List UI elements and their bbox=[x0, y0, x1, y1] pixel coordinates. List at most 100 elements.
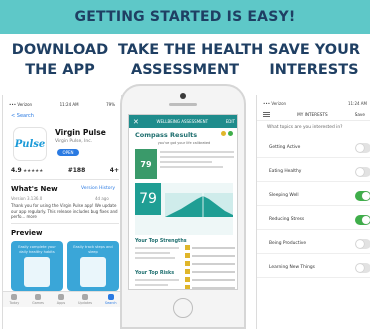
interest-toggle[interactable] bbox=[355, 263, 370, 273]
edit-link[interactable]: EDIT bbox=[226, 119, 235, 124]
developer-name: Virgin Pulse, Inc. bbox=[55, 139, 93, 144]
tab-updates[interactable]: Updates bbox=[78, 294, 92, 305]
app-store-tab-bar: Today Games Apps Updates Search bbox=[3, 291, 121, 307]
tab-apps[interactable]: Apps bbox=[57, 294, 65, 305]
tab-search[interactable]: Search bbox=[105, 294, 117, 305]
version-age: 4d ago bbox=[95, 196, 109, 201]
strength-row bbox=[185, 269, 235, 274]
interest-label: Being Productive bbox=[269, 241, 307, 246]
step-title-line: THE APP bbox=[25, 62, 95, 78]
rating-row: 4.9 ★★★★★ #188 4+ bbox=[11, 167, 119, 174]
today-icon bbox=[11, 294, 18, 300]
badge-icon bbox=[221, 131, 226, 136]
interests-title: MY INTERESTS bbox=[297, 112, 328, 117]
results-subtitle: you've got your life calibrated bbox=[157, 141, 211, 145]
top-risks-title: Your Top Risks bbox=[135, 271, 175, 276]
interest-row-eating-healthy[interactable]: Eating Healthy bbox=[257, 162, 370, 182]
tab-today[interactable]: Today bbox=[9, 294, 19, 305]
interest-toggle[interactable] bbox=[355, 215, 370, 225]
step-title-line: TAKE THE HEALTH bbox=[118, 42, 264, 58]
version-history-link[interactable]: Version History bbox=[81, 186, 115, 191]
carrier-text: ••• Verizon bbox=[263, 101, 287, 106]
version-label: Version 3.136.0 bbox=[11, 196, 43, 201]
app-icon: Pulse bbox=[13, 127, 47, 161]
interest-label: Sleeping Well bbox=[269, 193, 299, 198]
strengths-text bbox=[135, 247, 179, 262]
interest-label: Getting Active bbox=[269, 145, 301, 150]
apps-icon bbox=[57, 294, 64, 300]
save-button[interactable]: Save bbox=[355, 112, 365, 117]
interest-label: Eating Healthy bbox=[269, 169, 302, 174]
camera-icon bbox=[180, 93, 186, 99]
tab-games[interactable]: Games bbox=[32, 294, 44, 305]
risk-row bbox=[185, 277, 235, 282]
score-value-large: 79 bbox=[139, 191, 157, 207]
interests-header: MY INTERESTS Save bbox=[257, 109, 370, 121]
result-badges bbox=[221, 131, 233, 136]
banner: GETTING STARTED IS EASY! bbox=[0, 0, 370, 34]
home-button[interactable] bbox=[173, 298, 193, 318]
battery-text: 79% bbox=[106, 102, 115, 107]
interest-toggle[interactable] bbox=[355, 143, 370, 153]
score-description bbox=[160, 151, 234, 175]
strength-row bbox=[185, 245, 235, 250]
screenshot-device bbox=[80, 257, 106, 287]
interest-row-getting-active[interactable]: Getting Active bbox=[257, 138, 370, 158]
preview-screenshot[interactable]: Easily track steps and sleep bbox=[67, 241, 119, 291]
chart-rank: #188 bbox=[67, 167, 86, 174]
step-title-line: ASSESSMENT bbox=[131, 62, 239, 78]
rating-value: 4.9 bbox=[11, 167, 22, 174]
step-title-download: DOWNLOAD THE APP bbox=[4, 40, 116, 80]
whats-new-title: What's New bbox=[11, 185, 58, 193]
status-bar: ••• Verizon 11:24 AM 79% bbox=[9, 102, 115, 108]
tab-label: Updates bbox=[78, 301, 93, 305]
strength-row bbox=[185, 261, 235, 266]
interests-screen: ••• Verizon 11:24 AM MY INTERESTS Save W… bbox=[256, 95, 370, 329]
interest-toggle[interactable] bbox=[355, 167, 370, 177]
close-icon[interactable]: ✕ bbox=[133, 118, 139, 126]
step-title-interests: SAVE YOUR INTERESTS bbox=[258, 40, 370, 80]
risk-row bbox=[185, 285, 235, 289]
tab-label: Search bbox=[104, 301, 117, 305]
menu-icon[interactable] bbox=[263, 112, 270, 117]
release-notes: Thank you for using the Virgin Pulse app… bbox=[11, 203, 118, 219]
interest-row-sleeping-well[interactable]: Sleeping Well bbox=[257, 186, 370, 206]
rating-stars: ★★★★★ bbox=[23, 169, 44, 174]
strength-row bbox=[185, 253, 235, 258]
interest-label: Reducing Stress bbox=[269, 217, 305, 222]
assessment-topbar: ✕ WELLBEING ASSESSMENT EDIT bbox=[129, 115, 237, 128]
banner-title: GETTING STARTED IS EASY! bbox=[74, 9, 296, 25]
tab-label: Today bbox=[9, 301, 20, 305]
compass-results-title: Compass Results bbox=[135, 131, 198, 139]
interests-question: What topics are you interested in? bbox=[267, 125, 343, 130]
preview-screenshot[interactable]: Easily complete your daily healthy habit… bbox=[11, 241, 63, 291]
updates-icon bbox=[82, 294, 89, 300]
app-icon-logo: Pulse bbox=[14, 138, 46, 150]
score-tile: 79 bbox=[135, 149, 157, 179]
step-title-line: DOWNLOAD bbox=[11, 42, 109, 58]
step-title-line: SAVE YOUR bbox=[267, 42, 361, 58]
assessment-screen: ✕ WELLBEING ASSESSMENT EDIT Compass Resu… bbox=[128, 114, 238, 290]
screenshot-caption: Easily complete your daily healthy habit… bbox=[18, 245, 56, 254]
score-value-small: 79 bbox=[140, 159, 152, 169]
distribution-graphic bbox=[165, 193, 233, 217]
clock-text: 11:24 AM bbox=[59, 102, 79, 107]
preview-title: Preview bbox=[11, 229, 43, 237]
tab-label: Apps bbox=[56, 301, 66, 305]
app-store-screen: ••• Verizon 11:24 AM 79% < Search Pulse … bbox=[2, 95, 122, 329]
back-search-link[interactable]: < Search bbox=[11, 113, 34, 119]
screenshot-caption: Easily track steps and sleep bbox=[73, 245, 113, 254]
interest-row-learning-new-things[interactable]: Learning New Things bbox=[257, 258, 370, 278]
divider bbox=[11, 223, 119, 224]
interest-row-reducing-stress[interactable]: Reducing Stress bbox=[257, 210, 370, 230]
interest-toggle[interactable] bbox=[355, 239, 370, 249]
open-button[interactable]: OPEN bbox=[57, 149, 79, 156]
status-bar: ••• Verizon 11:24 AM bbox=[263, 101, 367, 106]
assessment-phone: ✕ WELLBEING ASSESSMENT EDIT Compass Resu… bbox=[120, 84, 246, 329]
interest-row-being-productive[interactable]: Being Productive bbox=[257, 234, 370, 254]
interest-toggle[interactable] bbox=[355, 191, 370, 201]
clock-text: 11:24 AM bbox=[348, 101, 367, 106]
games-icon bbox=[35, 294, 42, 300]
step-title-line: INTERESTS bbox=[269, 62, 359, 78]
badge-icon bbox=[228, 131, 233, 136]
